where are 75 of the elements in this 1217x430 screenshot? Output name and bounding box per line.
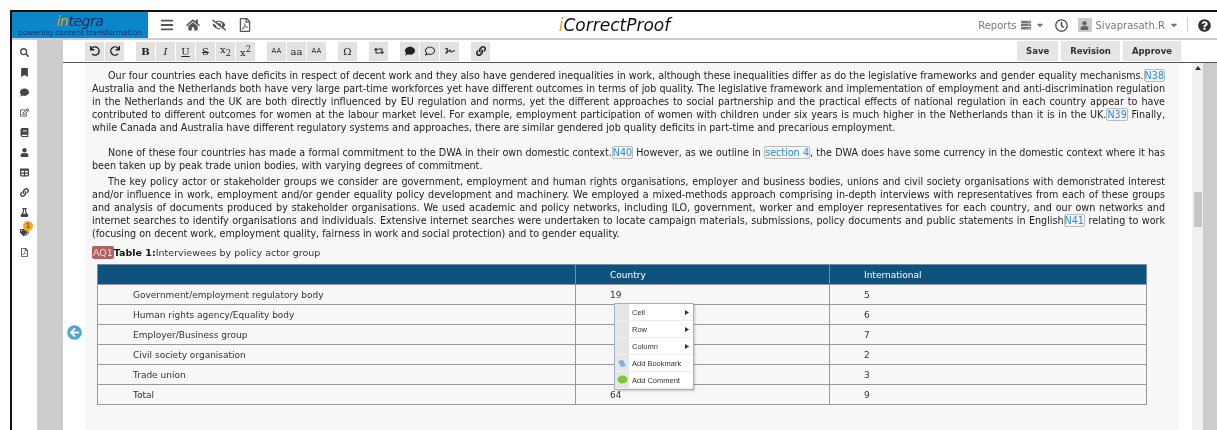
home-icon[interactable] <box>186 18 200 32</box>
table-cell: Civil society organisation <box>97 344 576 365</box>
speech-bubble-icon[interactable] <box>20 88 29 97</box>
table-header-cell: Country <box>575 264 830 285</box>
table-cell: 3 <box>829 364 1147 385</box>
menu-icon[interactable] <box>160 18 174 32</box>
submenu-arrow-icon <box>685 343 689 349</box>
table-icon[interactable] <box>20 168 29 177</box>
speech-bubble-outline-icon <box>424 46 435 56</box>
back-arrow-icon[interactable] <box>66 325 82 340</box>
paragraph: Our four countries each have deficits in respect of decent work and they also have gendered inequalities in work, although these inequalities differ as do the legislative frameworks and gender equality mechanisms.N38 Australia and the Netherlands both have very large part-time workforces yet have different outcomes in terms of job quality. The legislative framework and implementation of employment and anti-discrimination regulation in the Netherlands and the UK are both directly influenced by EU regulation and norms, yet the different approaches to social partnership and the practical effects of national regulation in each country appear to have contributed to different outcomes for women at the labour market level. For example, employment participation of women with children under six years is much higher in the Netherlands than it is in the UK.N39 Finally, while Canada and Australia have different regulatory systems and approaches, there are similar gendered job quality deficits in part-time and precarious employment. <box>92 69 1165 134</box>
paragraph: The key policy actor or stakeholder groups we consider are government, employment and human rights organisations, employer and business bodies, unions and civil society organisations with demonstrated interest and/or influence in work, employment and/or gender equality policy development and machinery. We employed a mixed-methods approach comprising in-depth interviews with representatives from each of these groups and analysis of documents produced by stakeholder organisations. We used academic and policy networks, including ILO, government, worker and employer representatives for each country, and our own networks and internet searches to identify organisations and individuals. Extensive internet searches were undertaken to locate campaign materials, submissions, policy documents and public statements in English N41 relating to work (focusing on decent work, employment quality, fairness in work and social protection) and to gender equality. <box>92 175 1165 240</box>
flask-icon[interactable] <box>20 208 29 217</box>
redo-icon <box>109 46 120 56</box>
caption-text: Interviewees by policy actor group <box>155 246 321 259</box>
speech-bubble-icon <box>616 375 628 385</box>
table-cell: 9 <box>829 384 1147 405</box>
link-icon <box>475 46 486 56</box>
comment-button[interactable] <box>400 41 419 61</box>
user-menu[interactable]: Sivaprasath.R <box>1077 18 1188 32</box>
swap-arrows-icon <box>373 46 384 56</box>
speech-bubble-icon <box>404 46 415 56</box>
submenu-arrow-icon <box>685 326 689 332</box>
format-button[interactable]: Ω <box>338 41 357 61</box>
format-button[interactable]: x$^{2}$ <box>236 41 255 61</box>
table-header-cell: International <box>829 264 1147 285</box>
action-button[interactable]: Revision <box>1061 41 1120 61</box>
paragraph: None of these four countries has made a formal commitment to the DWA in their own domestic context.N40 However, as we outline in section 4, the DWA does have some currency in the domestic context where it has been taken up by peak trade union bodies, with varying degrees of commitment. <box>92 146 1165 172</box>
action-button[interactable]: Approve <box>1122 41 1181 61</box>
pdf-file-icon[interactable] <box>238 18 252 32</box>
format-button[interactable]: U <box>176 41 195 61</box>
scrollbar[interactable] <box>1192 63 1203 430</box>
comment-outline-button[interactable] <box>420 41 439 61</box>
bookmark-icon[interactable] <box>20 68 29 77</box>
scroll-up-icon[interactable] <box>1194 66 1201 70</box>
tag-icon[interactable] <box>20 228 29 237</box>
action-button[interactable]: Save <box>1017 41 1059 61</box>
pdf-file-icon[interactable] <box>20 248 29 257</box>
logo-wordmark: integra <box>56 13 104 29</box>
undo-button[interactable] <box>85 41 104 61</box>
user-avatar-icon <box>1077 18 1092 32</box>
signature-button[interactable] <box>440 41 459 61</box>
submenu-arrow-icon <box>685 309 689 315</box>
table-cell: 6 <box>829 304 1147 325</box>
format-button[interactable]: x$_{2}$ <box>216 41 235 61</box>
clock-icon[interactable] <box>1054 18 1068 32</box>
format-button[interactable]: I <box>156 41 175 61</box>
table-cell: Government/employment regulatory body <box>97 284 576 305</box>
book-icon[interactable] <box>20 128 29 137</box>
table-cell: 2 <box>829 344 1147 365</box>
link-button[interactable] <box>471 41 490 61</box>
table-cell: Trade union <box>97 364 576 385</box>
hidden-eye-icon[interactable] <box>212 18 226 32</box>
list-icon <box>1020 20 1031 30</box>
signature-icon <box>444 46 455 56</box>
table-cell: 5 <box>829 284 1147 305</box>
bookmark-tag-icon <box>617 358 627 368</box>
reports-menu[interactable]: Reports <box>978 19 1045 31</box>
link-icon[interactable] <box>20 188 29 197</box>
search-icon[interactable] <box>20 48 29 57</box>
query-marker[interactable]: AQ1 <box>92 246 114 259</box>
format-button[interactable]: aa <box>287 41 306 61</box>
table-cell: Total <box>97 384 576 405</box>
help-icon[interactable] <box>1198 18 1211 32</box>
edit-icon[interactable] <box>20 108 29 117</box>
redo-button[interactable] <box>105 41 124 61</box>
undo-icon <box>89 46 100 56</box>
app-title: iCorrectProof <box>558 15 671 35</box>
scrollbar-thumb[interactable] <box>1193 192 1202 227</box>
table-cell: Human rights agency/Equality body <box>97 304 576 325</box>
table-cell: 7 <box>829 324 1147 345</box>
swap-button[interactable] <box>369 41 388 61</box>
user-icon[interactable] <box>20 148 29 157</box>
format-button[interactable]: B <box>136 41 155 61</box>
table-cell: Employer/Business group <box>97 324 576 345</box>
